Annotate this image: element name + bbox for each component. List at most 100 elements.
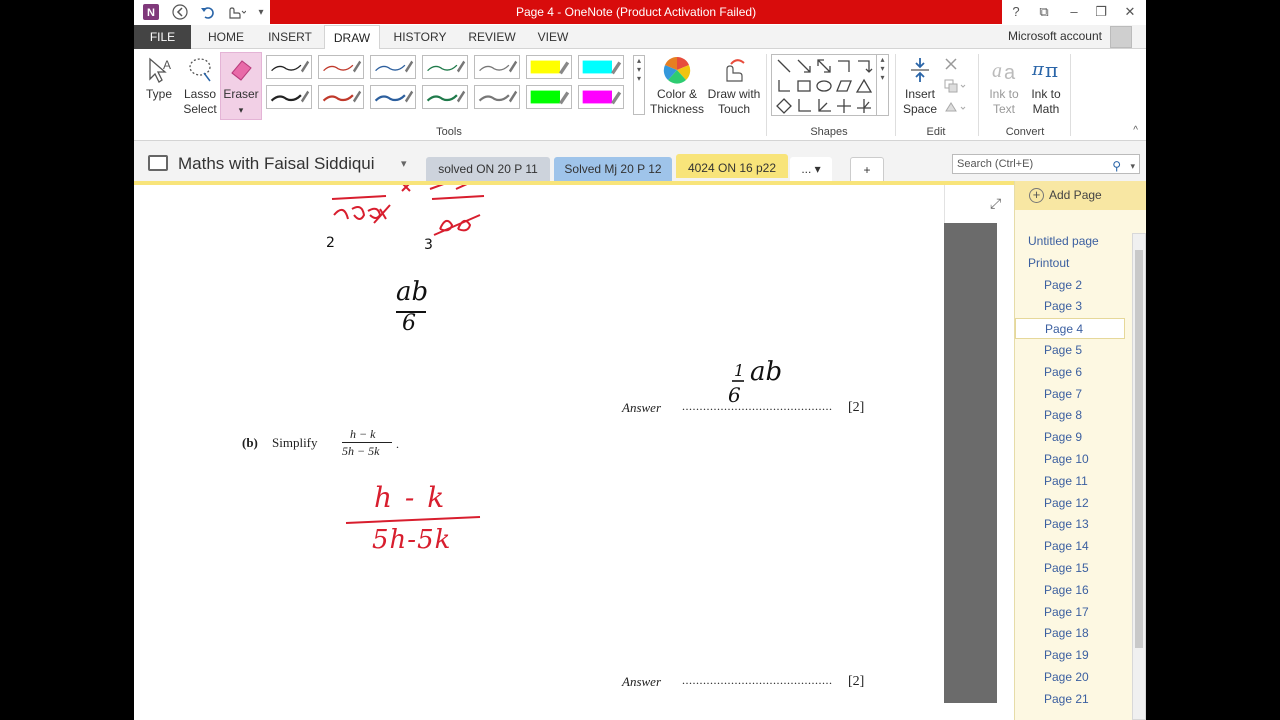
page-list-item[interactable]: Page 17	[1015, 602, 1125, 623]
search-scope-caret-icon[interactable]: ▾	[1130, 157, 1135, 175]
diamond-shape-icon[interactable]	[775, 97, 793, 115]
page-list-item[interactable]: Page 6	[1015, 362, 1125, 383]
pen-swatch[interactable]	[370, 55, 416, 79]
page-list-item[interactable]: Page 8	[1015, 405, 1125, 426]
shapes-gallery-scroll[interactable]: ▴ ▾ ▾	[876, 55, 888, 115]
expand-icon[interactable]: ⤢	[990, 195, 1001, 212]
notebook-title[interactable]: Maths with Faisal Siddiqui	[178, 154, 375, 174]
minimize-button[interactable]: –	[1063, 2, 1085, 22]
answer-line-2[interactable]: ........................................…	[682, 673, 833, 688]
help-button[interactable]: ?	[1005, 2, 1027, 22]
pen-swatch[interactable]	[266, 55, 312, 79]
answer-line-1[interactable]: ........................................…	[682, 399, 833, 414]
page-list-scrollbar[interactable]	[1132, 233, 1146, 720]
parallelogram-shape-icon[interactable]	[835, 77, 853, 95]
corner-shape-icon[interactable]	[835, 57, 853, 75]
triangle-shape-icon[interactable]	[855, 77, 873, 95]
pen-swatch[interactable]	[318, 55, 364, 79]
pen-swatch[interactable]	[474, 55, 520, 79]
section-overflow-button[interactable]: ... ▾	[790, 157, 832, 181]
page-canvas[interactable]: 2 3 ab 6 1 ab 6 h - k 5h-5k Answer .....…	[134, 185, 944, 720]
section-tab-solved-on-20-p-11[interactable]: solved ON 20 P 11	[426, 157, 550, 181]
page-list-item[interactable]: Page 16	[1015, 580, 1125, 601]
page-list-item[interactable]: Page 15	[1015, 558, 1125, 579]
back-icon[interactable]	[170, 3, 190, 21]
search-icon[interactable]: ⚲	[1112, 157, 1121, 175]
ink-to-text-button[interactable]: aa Ink to Text	[984, 55, 1024, 117]
search-input[interactable]: Search (Ctrl+E) ⚲ ▾	[952, 154, 1140, 174]
tab-file[interactable]: FILE	[134, 25, 191, 49]
tab-insert[interactable]: INSERT	[262, 25, 318, 49]
pen-swatch[interactable]	[422, 55, 468, 79]
pen-swatch[interactable]	[422, 85, 468, 109]
page-list-item[interactable]: Page 14	[1015, 536, 1125, 557]
tab-view[interactable]: VIEW	[528, 25, 578, 49]
insert-space-button[interactable]: Insert Space	[900, 55, 940, 117]
ellipse-shape-icon[interactable]	[815, 77, 833, 95]
tab-home[interactable]: HOME	[198, 25, 254, 49]
page-list-item[interactable]: Page 13	[1015, 514, 1125, 535]
page-list-item[interactable]: Page 10	[1015, 449, 1125, 470]
close-button[interactable]: ✕	[1119, 2, 1141, 22]
page-list-item[interactable]: Page 20	[1015, 667, 1125, 688]
pen-gallery-scroll[interactable]: ▴ ▾ ▾	[633, 55, 645, 115]
page-list-item[interactable]: Printout	[1015, 253, 1125, 274]
ink-to-math-button[interactable]: ππ Ink to Math	[1026, 55, 1066, 117]
page-list-item[interactable]: Page 2	[1015, 275, 1125, 296]
eraser-content[interactable]: Eraser ▾	[222, 55, 260, 118]
delete-icon[interactable]	[942, 55, 960, 73]
undo-icon[interactable]	[198, 3, 218, 21]
notebook-caret-icon[interactable]: ▾	[401, 157, 407, 170]
axes4-shape-icon[interactable]	[855, 97, 873, 115]
pen-swatch[interactable]	[578, 55, 624, 79]
notebook-icon[interactable]	[148, 155, 168, 171]
page-list-item[interactable]: Page 21	[1015, 689, 1125, 710]
axes2-shape-icon[interactable]	[815, 97, 833, 115]
touch-mode-icon[interactable]	[222, 3, 248, 21]
axes3-shape-icon[interactable]	[835, 97, 853, 115]
rotate-icon[interactable]	[942, 99, 968, 117]
pen-swatch[interactable]	[474, 85, 520, 109]
maximize-button[interactable]: ❐	[1090, 2, 1112, 22]
page-list-item[interactable]: Page 4	[1015, 318, 1125, 340]
customize-qat-icon[interactable]: ▾	[256, 3, 266, 21]
arrow-shape-icon[interactable]	[795, 57, 813, 75]
double-arrow-shape-icon[interactable]	[815, 57, 833, 75]
lasso-select-button[interactable]: Lasso Select	[180, 55, 220, 117]
axes-shape-icon[interactable]	[795, 97, 813, 115]
tab-review[interactable]: REVIEW	[462, 25, 522, 49]
pen-swatch[interactable]	[526, 55, 572, 79]
corner2-shape-icon[interactable]	[855, 57, 873, 75]
section-tab-solved-mj-20-p-12[interactable]: Solved Mj 20 P 12	[554, 157, 672, 181]
color-thickness-button[interactable]: Color & Thickness	[650, 55, 704, 117]
rectangle-shape-icon[interactable]	[795, 77, 813, 95]
add-page-button[interactable]: + Add Page	[1015, 181, 1146, 210]
pen-swatch[interactable]	[266, 85, 312, 109]
arrange-icon[interactable]	[942, 77, 968, 95]
page-list-item[interactable]: Page 11	[1015, 471, 1125, 492]
type-button[interactable]: A Type	[142, 55, 176, 102]
page-list-item[interactable]: Page 7	[1015, 384, 1125, 405]
line-shape-icon[interactable]	[775, 57, 793, 75]
page-list-item[interactable]: Page 19	[1015, 645, 1125, 666]
page-list-item[interactable]: Page 3	[1015, 296, 1125, 317]
page-list-item[interactable]: Page 5	[1015, 340, 1125, 361]
page-list-item[interactable]: Page 18	[1015, 623, 1125, 644]
draw-with-touch-button[interactable]: Draw with Touch	[706, 55, 762, 117]
section-tab-4024-on-16-p22[interactable]: 4024 ON 16 p22	[676, 154, 788, 178]
page-list-item[interactable]: Untitled page	[1015, 231, 1125, 252]
add-section-button[interactable]: +	[850, 157, 884, 181]
pen-swatch[interactable]	[370, 85, 416, 109]
tab-history[interactable]: HISTORY	[390, 25, 450, 49]
account-name[interactable]: Microsoft account	[1008, 29, 1102, 43]
page-list-item[interactable]: Page 9	[1015, 427, 1125, 448]
pen-swatch[interactable]	[318, 85, 364, 109]
pen-swatch[interactable]	[526, 85, 572, 109]
full-page-view-icon[interactable]: ⧉	[1033, 2, 1055, 22]
avatar[interactable]	[1110, 26, 1132, 48]
page-list-scroll-thumb[interactable]	[1135, 250, 1143, 648]
page-list-item[interactable]: Page 12	[1015, 493, 1125, 514]
elbow-shape-icon[interactable]	[775, 77, 793, 95]
collapse-ribbon-icon[interactable]: ^	[1133, 125, 1138, 136]
tab-draw[interactable]: DRAW	[324, 25, 380, 50]
